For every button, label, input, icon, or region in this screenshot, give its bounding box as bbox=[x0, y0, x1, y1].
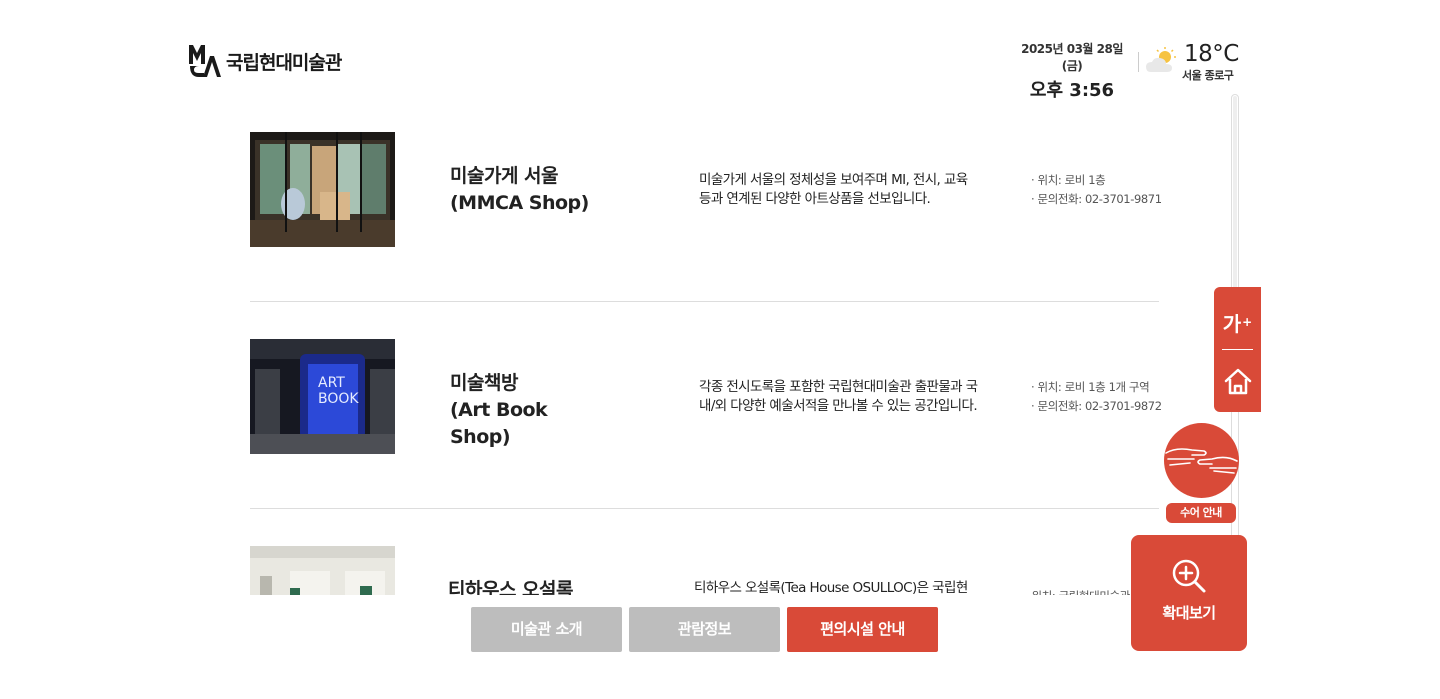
side-divider bbox=[1222, 349, 1253, 350]
facility-info: · 위치: 로비 1층 · 문의전화: 02-3701-9871 bbox=[1031, 171, 1162, 209]
zoom-button[interactable]: 확대보기 bbox=[1131, 535, 1247, 651]
mmca-logo-icon bbox=[189, 45, 221, 77]
side-control-panel: 가 + bbox=[1214, 287, 1261, 412]
facility-row-mmca-shop: 미술가게 서울 (MMCA Shop) 미술가게 서울의 정체성을 보여주며 M… bbox=[250, 95, 1162, 302]
sign-language-button[interactable] bbox=[1164, 423, 1239, 498]
facility-info: · 위치: 국립현대미술관 bbox=[1025, 587, 1130, 595]
museum-name: 국립현대미술관 bbox=[226, 51, 342, 74]
scrollbar-thumb[interactable] bbox=[1233, 96, 1237, 296]
facility-list: 미술가게 서울 (MMCA Shop) 미술가게 서울의 정체성을 보여주며 M… bbox=[250, 95, 1230, 595]
header-divider bbox=[1138, 52, 1139, 72]
datetime: 2025년 03월 28일 (금) 오후 3:56 bbox=[1012, 40, 1132, 102]
facility-phone: · 문의전화: 02-3701-9872 bbox=[1031, 399, 1162, 413]
facility-name: 티하우스 오설록 bbox=[448, 579, 573, 595]
font-size-plus-icon: + bbox=[1242, 315, 1253, 329]
zoom-in-icon bbox=[1172, 559, 1206, 593]
art-book-shop-photo: ART BOOK bbox=[250, 339, 395, 454]
current-date: 2025년 03월 28일 (금) bbox=[1021, 42, 1123, 73]
font-size-button[interactable]: 가 + bbox=[1214, 297, 1261, 347]
partly-cloudy-icon bbox=[1146, 47, 1176, 72]
font-size-label: 가 bbox=[1222, 311, 1242, 336]
facility-info: · 위치: 로비 1층 1개 구역 · 문의전화: 02-3701-9872 bbox=[1031, 378, 1162, 416]
home-icon bbox=[1224, 368, 1251, 395]
facility-name: 미술가게 서울 (MMCA Shop) bbox=[450, 165, 589, 214]
facility-description: 티하우스 오설록(Tea House OSULLOC)은 국립현대미술관 서울에… bbox=[694, 580, 968, 595]
facility-location: · 위치: 로비 1층 1개 구역 bbox=[1031, 380, 1150, 394]
sign-language-hands-icon bbox=[1165, 448, 1238, 474]
weather-location: 서울 종로구 bbox=[1182, 69, 1234, 82]
tab-visitor-info[interactable]: 관람정보 bbox=[629, 607, 780, 652]
facility-row-art-book-shop: ART BOOK 미술책방 (Art Book Shop) 각종 전시도록을 포… bbox=[250, 302, 1162, 509]
facility-row-tea-house: 티하우스 오설록 티하우스 오설록(Tea House OSULLOC)은 국립… bbox=[250, 509, 1159, 595]
sign-language-label[interactable]: 수어 안내 bbox=[1166, 503, 1236, 523]
facility-location: · 위치: 국립현대미술관 bbox=[1025, 587, 1130, 595]
bottom-tab-bar: 미술관 소개 관람정보 편의시설 안내 bbox=[471, 607, 938, 652]
tab-facilities[interactable]: 편의시설 안내 bbox=[787, 607, 938, 652]
museum-logo[interactable]: 국립현대미술관 bbox=[188, 44, 342, 78]
home-button[interactable] bbox=[1214, 357, 1261, 405]
temperature: 18°C bbox=[1184, 41, 1239, 67]
facility-location: · 위치: 로비 1층 bbox=[1031, 173, 1106, 187]
facility-phone: · 문의전화: 02-3701-9871 bbox=[1031, 192, 1162, 206]
facility-description: 각종 전시도록을 포함한 국립현대미술관 출판물과 국내/외 다양한 예술서적을… bbox=[699, 379, 978, 414]
zoom-label: 확대보기 bbox=[1162, 604, 1216, 622]
art-book-sign: ART BOOK bbox=[318, 375, 359, 407]
tab-museum-intro[interactable]: 미술관 소개 bbox=[471, 607, 622, 652]
mmca-shop-photo bbox=[250, 132, 395, 247]
tea-house-photo bbox=[250, 546, 395, 595]
facility-name: 미술책방 (Art Book Shop) bbox=[450, 372, 548, 448]
facility-description: 미술가게 서울의 정체성을 보여주며 MI, 전시, 교육 등과 연계된 다양한… bbox=[699, 172, 968, 207]
